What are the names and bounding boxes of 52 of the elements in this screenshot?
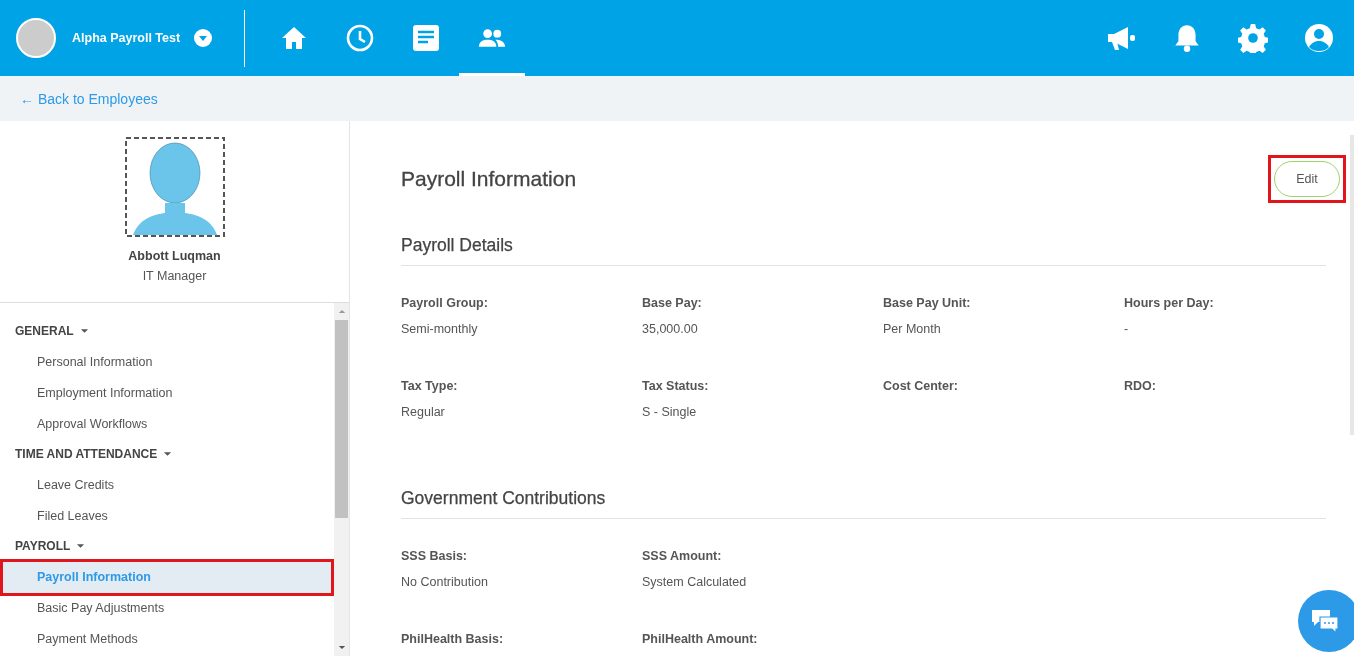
- employee-title: IT Manager: [142, 269, 207, 283]
- section-title: Government Contributions: [401, 488, 1326, 519]
- scroll-down-icon[interactable]: [337, 645, 346, 650]
- scrollbar[interactable]: [334, 303, 349, 656]
- sidebar-item[interactable]: Approval Workflows: [3, 409, 331, 440]
- field-label: Cost Center:: [883, 379, 959, 393]
- field-value: S - Single: [642, 405, 698, 419]
- sidebar-item[interactable]: Personal Information: [3, 347, 331, 378]
- chat-bubbles-icon: [1310, 608, 1340, 634]
- company-logo: [16, 18, 56, 58]
- field-label: Tax Type:: [401, 379, 459, 393]
- page-title: Payroll Information: [401, 167, 577, 191]
- group-heading[interactable]: TIME AND ATTENDANCE: [15, 447, 158, 461]
- user-icon[interactable]: [1304, 23, 1334, 53]
- scroll-up-icon[interactable]: [337, 309, 346, 314]
- field-value: -: [1124, 322, 1130, 336]
- chat-button[interactable]: [1298, 590, 1354, 652]
- field-label: Hours per Day:: [1124, 296, 1215, 310]
- edit-button[interactable]: Edit: [1274, 161, 1340, 197]
- field-value: Per Month: [883, 322, 942, 336]
- caret-icon[interactable]: [79, 328, 89, 334]
- field-label: Base Pay:: [642, 296, 703, 310]
- field-label: Payroll Group:: [401, 296, 489, 310]
- settings-icon[interactable]: [1238, 23, 1268, 53]
- bell-icon[interactable]: [1172, 23, 1202, 53]
- sidebar-item[interactable]: Payment Methods: [3, 624, 331, 655]
- home-icon[interactable]: [280, 24, 308, 52]
- employee-name: Abbott Luqman: [128, 249, 221, 263]
- field-label: Base Pay Unit:: [883, 296, 972, 310]
- field-label: SSS Basis:: [401, 549, 468, 563]
- dropdown-icon[interactable]: [194, 29, 213, 47]
- field-value: 35,000.00: [642, 322, 699, 336]
- section-title: Payroll Details: [401, 235, 1326, 266]
- field-label: PhilHealth Basis:: [401, 632, 505, 646]
- field-value: Regular: [401, 405, 446, 419]
- sidebar-item[interactable]: Basic Pay Adjustments: [3, 593, 331, 624]
- field-label: SSS Amount:: [642, 549, 723, 563]
- sidebar-item[interactable]: Leave Credits: [3, 470, 331, 501]
- sidebar-item[interactable]: Employment Information: [3, 378, 331, 409]
- sidebar-item[interactable]: Filed Leaves: [3, 501, 331, 532]
- field-label: RDO:: [1124, 379, 1157, 393]
- field-label: Tax Status:: [642, 379, 710, 393]
- field-value: Semi-monthly: [401, 322, 479, 336]
- field-value: System Calculated: [642, 575, 748, 589]
- clock-icon[interactable]: [346, 24, 374, 52]
- field-value: No Contribution: [401, 575, 489, 589]
- document-icon[interactable]: [412, 24, 440, 52]
- caret-icon[interactable]: [163, 451, 173, 457]
- caret-icon[interactable]: [76, 543, 86, 549]
- group-heading[interactable]: GENERAL: [15, 324, 74, 338]
- field-label: PhilHealth Amount:: [642, 632, 759, 646]
- group-heading[interactable]: PAYROLL: [15, 539, 71, 553]
